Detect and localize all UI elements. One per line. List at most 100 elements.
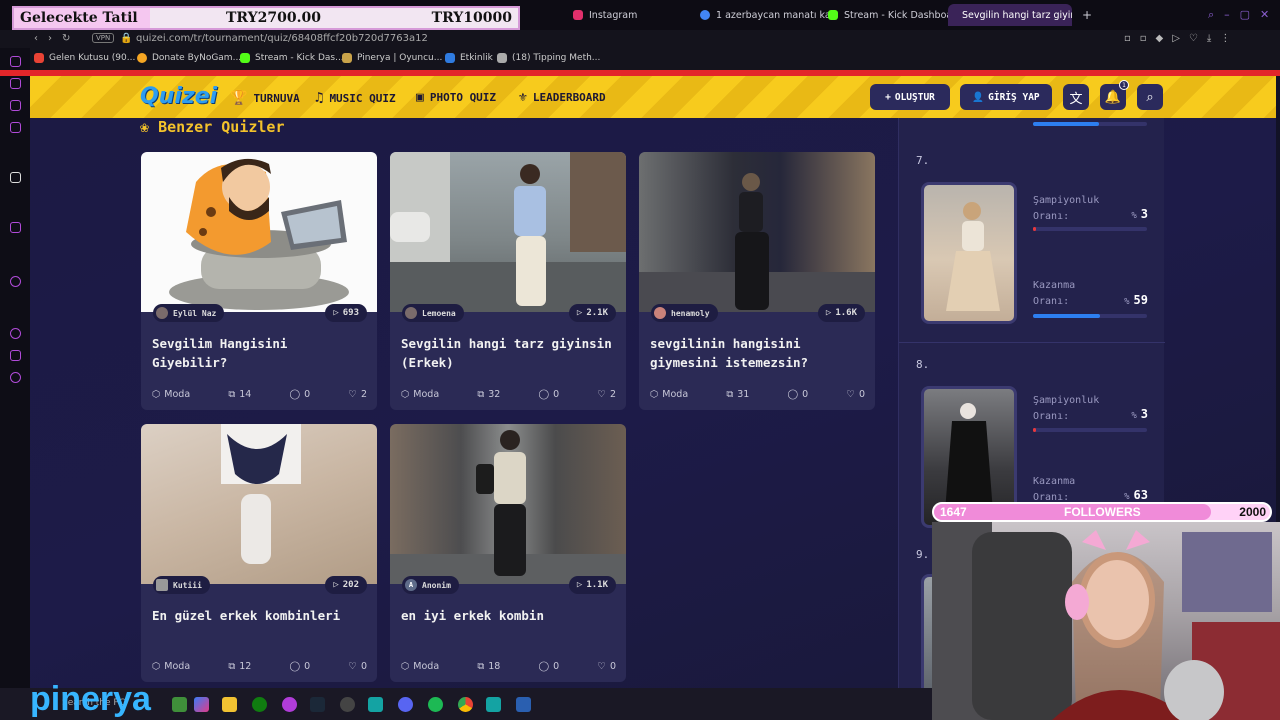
copilot-icon[interactable] (194, 697, 209, 712)
quiz-stats: ⬡ Moda ⧉ 14 ◯ 0 ♡ 2 (152, 389, 367, 400)
quiz-title[interactable]: en iyi erkek kombin (401, 606, 616, 625)
create-button[interactable]: + OLUŞTUR (870, 84, 950, 110)
contestant-image[interactable] (921, 182, 1017, 324)
quiz-thumbnail (141, 424, 377, 584)
comment-icon: ◯ (289, 661, 301, 672)
settings-icon[interactable] (10, 372, 21, 383)
author-chip[interactable]: henamoly (651, 304, 718, 322)
nav-turnuva[interactable]: 🏆 TURNUVA (230, 90, 300, 106)
quiz-card[interactable]: A Anonim ▷ 1.1K en iyi erkek kombin ⬡ Moda … (390, 424, 626, 682)
search-icon[interactable]: ⌕ (1137, 84, 1163, 110)
avatar (405, 307, 417, 319)
quiz-title[interactable]: sevgilinin hangisini giymesini istemezsi… (650, 334, 865, 372)
bookmark-etkinlik[interactable]: Etkinlik (445, 53, 493, 63)
vpn-badge[interactable]: VPN (92, 33, 115, 43)
login-button[interactable]: 👤 GİRİŞ YAP (960, 84, 1052, 110)
followers-goal: 2000 (1239, 505, 1266, 519)
section-title: ❀ Benzer Quizler (140, 118, 285, 136)
quiz-stats: ⬡ Moda ⧉ 18 ◯ 0 ♡ 0 (401, 661, 616, 672)
bookmark-tipping[interactable]: (18) Tipping Meth... (497, 53, 600, 63)
avatar: A (405, 579, 417, 591)
app-icon[interactable] (486, 697, 501, 712)
nav-leaderboard[interactable]: ⚜ LEADERBOARD (519, 90, 606, 105)
quiz-card[interactable]: henamoly ▷ 1.6K sevgilinin hangisini giym… (639, 152, 875, 410)
url-input[interactable]: quizei.com/tr/tournament/quiz/68408ffcf2… (136, 33, 428, 44)
medal-icon: ⚜ (519, 90, 527, 105)
heart-icon: ♡ (348, 661, 357, 672)
sidebar-icon[interactable] (10, 100, 21, 111)
play-count: ▷ 1.1K (568, 576, 616, 594)
sidebar-icon[interactable] (10, 276, 21, 287)
win-rate-value: % 59 (1124, 293, 1148, 307)
quiz-card[interactable]: Kutiii ▷ 202 En güzel erkek kombinleri ⬡ M… (141, 424, 377, 682)
bookmark-donate[interactable]: Donate ByNoGam... (137, 53, 241, 63)
quiz-thumbnail (141, 152, 377, 312)
donation-goal-overlay: Gelecekte Tatil TRY2700.00 TRY10000 (12, 6, 520, 30)
rank-number: 8. (916, 358, 930, 371)
quiz-title[interactable]: Sevgilin hangi tarz giyinsin (Erkek) (401, 334, 616, 372)
comment-icon: ◯ (538, 661, 550, 672)
tab-quizei-active[interactable]: Sevgilin hangi tarz giyinsi (948, 4, 1072, 26)
xbox-icon[interactable] (252, 697, 267, 712)
author-chip[interactable]: Lemoena (402, 304, 464, 322)
clock-icon[interactable] (10, 328, 21, 339)
sidebar-icon[interactable] (10, 78, 21, 89)
nav-photo-quiz[interactable]: ▣ PHOTO QUIZ (416, 90, 496, 105)
twitch-icon[interactable] (10, 222, 21, 233)
quiz-card[interactable]: Eylül Naz ▷ 693 Sevgilim Hangisini Giyebi… (141, 152, 377, 410)
bookmark-pinerya[interactable]: Pinerya | Oyuncu... (342, 53, 442, 63)
browser-sidebar (0, 48, 30, 688)
divider (899, 342, 1165, 343)
bell-icon[interactable]: 🔔 1 (1100, 80, 1129, 110)
discord-icon[interactable] (398, 697, 413, 712)
language-icon[interactable]: 文 (1063, 84, 1089, 110)
spotify-icon[interactable] (428, 697, 443, 712)
tag-icon: ⬡ (152, 661, 161, 672)
sidebar-icon[interactable] (10, 350, 21, 361)
sidebar-icon[interactable] (10, 172, 21, 183)
chrome-icon[interactable] (458, 697, 473, 712)
window-controls[interactable]: ⌕–▢✕ (1200, 4, 1280, 26)
champion-rate-bar (1033, 428, 1147, 432)
tab-instagram[interactable]: Instagram (565, 4, 645, 26)
folder-icon[interactable] (222, 697, 237, 712)
images-icon: ⧉ (726, 389, 734, 400)
quiz-card[interactable]: Lemoena ▷ 2.1K Sevgilin hangi tarz giyins… (390, 152, 626, 410)
win-rate-label: Kazanma Oranı: (1033, 280, 1076, 307)
new-tab-button[interactable]: + (1074, 4, 1100, 26)
sidebar-icon[interactable] (10, 56, 21, 67)
like-count: ♡ 2 (597, 389, 616, 400)
like-count: ♡ 2 (348, 389, 367, 400)
champion-rate-label: Şampiyonluk Oranı: (1033, 395, 1100, 422)
champion-rate-fill (1033, 227, 1037, 231)
google-icon (700, 10, 710, 20)
like-count: ♡ 0 (846, 389, 865, 400)
app-icon[interactable] (516, 697, 531, 712)
nav-music-quiz[interactable]: ♫ MUSIC QUIZ (315, 90, 396, 106)
app-icon[interactable] (368, 697, 383, 712)
sidebar-icon[interactable] (10, 122, 21, 133)
street-photo (390, 152, 626, 312)
quizei-logo[interactable]: Quizei (140, 84, 217, 109)
kick-icon (828, 10, 838, 20)
app-icon[interactable] (172, 697, 187, 712)
author-chip[interactable]: A Anonim (402, 576, 459, 594)
steam-icon[interactable] (310, 697, 325, 712)
bookmark-kick[interactable]: Stream - Kick Das... (240, 53, 344, 63)
obs-icon[interactable] (340, 697, 355, 712)
nav-arrows-icon[interactable]: ‹›↻ (34, 33, 80, 44)
gmail-icon (34, 53, 44, 63)
quiz-title[interactable]: En güzel erkek kombinleri (152, 606, 367, 625)
author-chip[interactable]: Kutiii (153, 576, 210, 594)
street-man-photo (390, 430, 626, 584)
camera-icon: ▣ (416, 90, 424, 105)
heart-icon: ♡ (597, 661, 606, 672)
heart-icon: ♡ (597, 389, 606, 400)
toolbar-icons[interactable]: ▫▫◆▷♡⤓⋮ (1124, 33, 1239, 44)
author-chip[interactable]: Eylül Naz (153, 304, 225, 322)
opera-gx-icon[interactable] (282, 697, 297, 712)
caveman-illustration (169, 158, 349, 310)
prev-win-bar (1033, 122, 1147, 126)
quiz-title[interactable]: Sevgilim Hangisini Giyebilir? (152, 334, 367, 372)
bookmark-gmail[interactable]: Gelen Kutusu (90... (34, 53, 135, 63)
